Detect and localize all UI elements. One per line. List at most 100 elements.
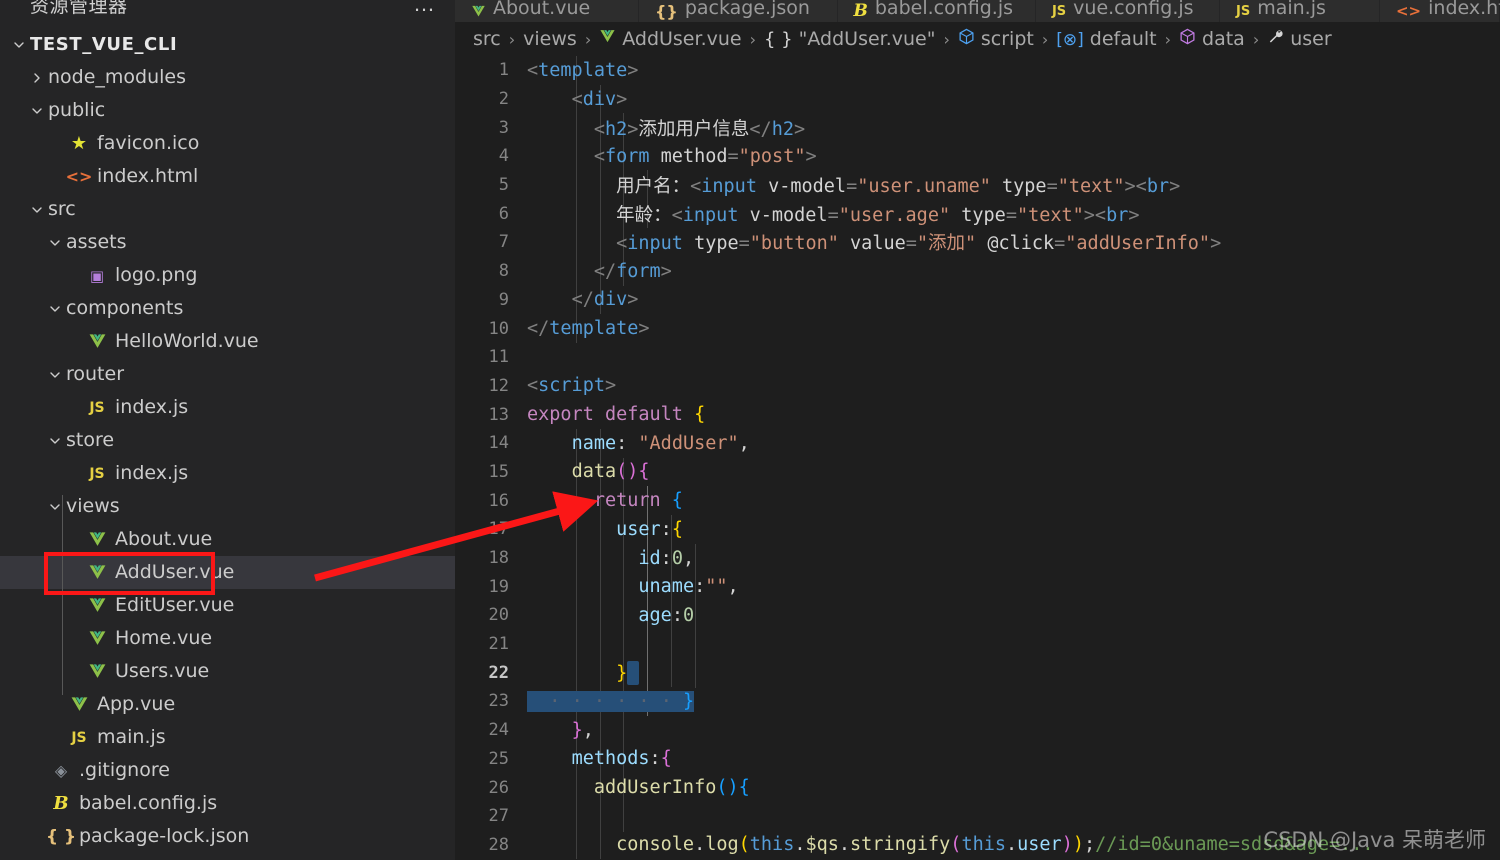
line-number: 21 <box>488 634 509 655</box>
editor-tab-index.html[interactable]: <> index.html <box>1379 0 1500 22</box>
tab-label: babel.config.js <box>874 0 1014 19</box>
breadcrumb-item[interactable]: AddUser.vue <box>599 28 742 50</box>
editor-tab-babel.config.js[interactable]: Bbabel.config.js <box>837 0 1036 22</box>
sidebar-file-main.js[interactable]: JS main.js <box>0 721 455 754</box>
sidebar-folder-public[interactable]: public <box>0 94 455 127</box>
code-line[interactable]: 3 <h2>添加用户信息</h2> <box>455 113 1500 142</box>
sidebar-file-index.js[interactable]: JS index.js <box>0 457 455 490</box>
breadcrumb-separator: › <box>508 29 516 49</box>
sidebar-folder-components[interactable]: components <box>0 292 455 325</box>
sidebar-folder-node_modules[interactable]: node_modules <box>0 61 455 94</box>
json-icon: {} <box>655 1 678 21</box>
line-number: 10 <box>488 318 509 339</box>
sidebar-file-HelloWorld.vue[interactable]: HelloWorld.vue <box>0 325 455 358</box>
sidebar-file-package-lock.json[interactable]: { } package-lock.json <box>0 820 455 853</box>
code-line[interactable]: 23 · · · · · · } <box>455 687 1500 716</box>
chevron-down-icon[interactable] <box>44 237 66 249</box>
code-line[interactable]: 19 uname:"", <box>455 572 1500 601</box>
tree-root[interactable]: TEST_VUE_CLI <box>0 28 455 61</box>
code-line[interactable]: 26 addUserInfo(){ <box>455 773 1500 802</box>
code-line[interactable]: 1 <template> <box>455 56 1500 85</box>
sidebar-file-Home.vue[interactable]: Home.vue <box>0 622 455 655</box>
code-line[interactable]: 12 <script> <box>455 372 1500 401</box>
sidebar-folder-src[interactable]: src <box>0 193 455 226</box>
code-line[interactable]: 15 data(){ <box>455 458 1500 487</box>
sidebar-file-App.vue[interactable]: App.vue <box>0 688 455 721</box>
code-editor[interactable]: 1 <template> 2 <div> 3 <h2>添加用户信息</h2> 4 <fo… <box>455 56 1500 860</box>
line-number: 17 <box>488 519 509 540</box>
tree-item-label: index.html <box>97 165 199 187</box>
code-line[interactable]: 13 export default { <box>455 400 1500 429</box>
chevron-down-icon[interactable] <box>26 105 48 117</box>
file-icon: ◈ <box>48 761 74 780</box>
breadcrumb-item[interactable]: data <box>1179 28 1245 50</box>
breadcrumb-item[interactable]: src <box>473 28 501 50</box>
chevron-down-icon[interactable] <box>8 39 30 51</box>
line-number: 19 <box>488 576 509 597</box>
tree-item-label: logo.png <box>115 264 198 286</box>
sidebar-file-About.vue[interactable]: About.vue <box>0 523 455 556</box>
code-line[interactable]: 21 <box>455 630 1500 659</box>
sidebar-folder-store[interactable]: store <box>0 424 455 457</box>
code-line[interactable]: 20 age:0 <box>455 601 1500 630</box>
tree-item-label: src <box>48 198 76 220</box>
tree-item-label: components <box>66 297 184 319</box>
editor-tab-vue.config.js[interactable]: JS vue.config.js <box>1035 0 1220 22</box>
chevron-down-icon[interactable] <box>44 435 66 447</box>
breadcrumb-item[interactable]: user <box>1267 28 1332 50</box>
editor-tab-package.json[interactable]: {} package.json <box>639 0 838 22</box>
chevron-down-icon[interactable] <box>26 204 48 216</box>
code-line[interactable]: 9 </div> <box>455 286 1500 315</box>
sidebar-file-index.js[interactable]: JS index.js <box>0 391 455 424</box>
chevron-right-icon[interactable] <box>26 72 48 84</box>
code-line[interactable]: 22 } <box>455 658 1500 687</box>
editor-tab-About.vue[interactable]: About.vue <box>455 0 640 22</box>
sidebar-folder-views[interactable]: views <box>0 490 455 523</box>
code-line[interactable]: 10 </template> <box>455 314 1500 343</box>
code-line[interactable]: 2 <div> <box>455 85 1500 114</box>
code-line[interactable]: 17 user:{ <box>455 515 1500 544</box>
code-line[interactable]: 16 return { <box>455 486 1500 515</box>
sidebar-folder-assets[interactable]: assets <box>0 226 455 259</box>
line-content: addUserInfo(){ <box>593 777 750 799</box>
sidebar-file-AddUser.vue[interactable]: AddUser.vue <box>0 556 455 589</box>
sidebar-file-EditUser.vue[interactable]: EditUser.vue <box>0 589 455 622</box>
tab-label: main.js <box>1257 0 1326 19</box>
code-line[interactable]: 25 methods:{ <box>455 745 1500 774</box>
json-file-icon: { } <box>45 826 77 847</box>
breadcrumb-item[interactable]: [⊗] default <box>1056 28 1156 50</box>
code-line[interactable]: 11 <box>455 343 1500 372</box>
code-line[interactable]: 18 id:0, <box>455 544 1500 573</box>
code-line[interactable]: 8 </form> <box>455 257 1500 286</box>
sidebar-file-logo.png[interactable]: ▣ logo.png <box>0 259 455 292</box>
editor-tab-main.js[interactable]: JS main.js <box>1220 0 1380 22</box>
code-line[interactable]: 6 年龄：<input v-model="user.age" type="tex… <box>455 199 1500 228</box>
code-line[interactable]: 28 console.log(this.$qs.stringify(this.u… <box>455 831 1500 860</box>
more-actions-icon[interactable]: … <box>413 0 437 15</box>
code-line[interactable]: 5 用户名：<input v-model="user.uname" type="… <box>455 171 1500 200</box>
sidebar-file-index.html[interactable]: <> index.html <box>0 160 455 193</box>
sidebar-file-Users.vue[interactable]: Users.vue <box>0 655 455 688</box>
line-number: 26 <box>488 777 509 798</box>
chevron-down-icon[interactable] <box>44 369 66 381</box>
line-number: 2 <box>498 89 509 110</box>
code-line[interactable]: 4 <form method="post"> <box>455 142 1500 171</box>
breadcrumb-label: AddUser.vue <box>622 28 742 50</box>
file-icon: B <box>48 793 74 814</box>
sidebar-file-favicon.ico[interactable]: ★ favicon.ico <box>0 127 455 160</box>
code-line[interactable]: 24 }, <box>455 716 1500 745</box>
breadcrumb-item[interactable]: views <box>523 28 577 50</box>
vscode-window: 资源管理器 … TEST_VUE_CLI node_modules public ★ f… <box>0 0 1500 860</box>
code-line[interactable]: 14 name: "AddUser", <box>455 429 1500 458</box>
line-content: <div> <box>571 88 628 110</box>
code-line[interactable]: 7 <input type="button" value="添加" @click… <box>455 228 1500 257</box>
code-line[interactable]: 27 <box>455 802 1500 831</box>
line-number: 6 <box>498 203 509 224</box>
breadcrumb-item[interactable]: { } "AddUser.vue" <box>764 28 935 50</box>
breadcrumb-item[interactable]: script <box>958 28 1034 50</box>
line-number: 28 <box>488 834 509 855</box>
sidebar-folder-router[interactable]: router <box>0 358 455 391</box>
sidebar-file-.gitignore[interactable]: ◈ .gitignore <box>0 754 455 787</box>
chevron-down-icon[interactable] <box>44 303 66 315</box>
sidebar-file-babel.config.js[interactable]: Bbabel.config.js <box>0 787 455 820</box>
